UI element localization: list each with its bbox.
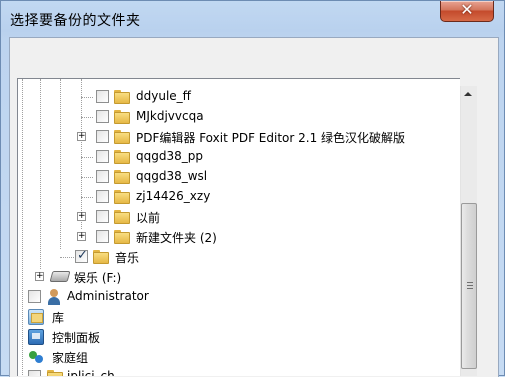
tree-item-label: zj14426_xzy <box>136 189 211 203</box>
folder-icon <box>47 370 63 376</box>
folder-icon <box>93 250 109 264</box>
tree-item-label: PDF编辑器 Foxit PDF Editor 2.1 绿色汉化破解版 <box>136 131 406 145</box>
tree-item[interactable]: + PDF编辑器 Foxit PDF Editor 2.1 绿色汉化破解版 <box>18 127 458 147</box>
library-icon <box>28 309 44 325</box>
drive-icon <box>49 271 71 282</box>
user-icon <box>47 289 61 305</box>
tree-item[interactable]: + 新建文件夹 (2) <box>18 227 458 247</box>
folder-icon <box>114 90 130 104</box>
checkbox-checked[interactable] <box>75 248 88 263</box>
checkbox[interactable] <box>96 150 109 163</box>
checkbox[interactable] <box>96 90 109 103</box>
checkbox[interactable] <box>96 230 109 243</box>
folder-icon <box>114 210 130 224</box>
scroll-up-arrow-icon[interactable] <box>460 86 477 103</box>
scrollbar-thumb[interactable] <box>461 203 477 369</box>
tree-item-label: ipljcj_ch <box>67 369 115 376</box>
folder-icon <box>114 230 130 244</box>
tree-item[interactable]: 音乐 <box>18 247 458 267</box>
close-icon: ✕ <box>460 0 474 19</box>
tree-item-label: 库 <box>52 311 65 325</box>
tree-item-label: 娱乐 (F:) <box>74 271 122 285</box>
control-panel-icon <box>28 329 44 345</box>
checkbox[interactable] <box>96 170 109 183</box>
checkbox[interactable] <box>96 190 109 203</box>
grip-icon <box>467 285 473 286</box>
tree-item[interactable]: MJkdjvvcqa <box>18 107 458 127</box>
homegroup-icon <box>28 349 44 365</box>
grip-icon <box>467 288 473 289</box>
tree-item[interactable]: qqgd38_wsl <box>18 167 458 187</box>
expand-icon[interactable]: + <box>35 272 44 281</box>
checkbox[interactable] <box>28 370 41 376</box>
expand-icon[interactable]: + <box>77 132 86 141</box>
folder-icon <box>114 110 130 124</box>
expand-icon[interactable]: + <box>77 232 86 241</box>
folder-icon <box>114 190 130 204</box>
tree-item[interactable]: + 以前 <box>18 207 458 227</box>
checkbox[interactable] <box>28 290 41 303</box>
tree-item[interactable]: Administrator <box>18 287 458 307</box>
tree-item[interactable]: 库 <box>18 307 458 327</box>
expand-icon[interactable]: + <box>77 212 86 221</box>
folder-icon <box>114 130 130 144</box>
tree-item-label: ddyule_ff <box>136 89 191 103</box>
checkbox[interactable] <box>96 210 109 223</box>
window-title: 选择要备份的文件夹 <box>10 13 141 29</box>
tree-item-label: MJkdjvvcqa <box>136 109 204 123</box>
folder-icon <box>114 150 130 164</box>
tree-item[interactable]: 家庭组 <box>18 347 458 367</box>
tree-item-label: 新建文件夹 (2) <box>136 231 217 245</box>
grip-icon <box>467 282 473 283</box>
tree-item[interactable]: + 娱乐 (F:) <box>18 267 458 287</box>
tree-item-label: 控制面板 <box>52 331 101 345</box>
tree-item-label: qqgd38_wsl <box>136 169 208 183</box>
tree-item[interactable]: zj14426_xzy <box>18 187 458 207</box>
folder-tree[interactable]: ddyule_ff MJkdjvvcqa + PDF编辑器 Foxit PDF … <box>17 78 460 376</box>
tree-item-label: 以前 <box>136 211 161 225</box>
checkbox[interactable] <box>96 110 109 123</box>
folder-icon <box>114 170 130 184</box>
checkbox[interactable] <box>96 130 109 143</box>
tree-item-label: qqgd38_pp <box>136 149 203 163</box>
tree-item[interactable]: ipljcj_ch <box>18 367 458 376</box>
tree-item-label: 音乐 <box>115 251 140 265</box>
tree-item-label: Administrator <box>67 289 149 303</box>
tree-item[interactable]: ddyule_ff <box>18 87 458 107</box>
close-button[interactable]: ✕ <box>440 1 494 22</box>
tree-item[interactable]: qqgd38_pp <box>18 147 458 167</box>
title-bar[interactable]: 选择要备份的文件夹 ✕ <box>1 1 504 37</box>
tree-item-label: 家庭组 <box>52 351 89 365</box>
tree-item[interactable]: 控制面板 <box>18 327 458 347</box>
